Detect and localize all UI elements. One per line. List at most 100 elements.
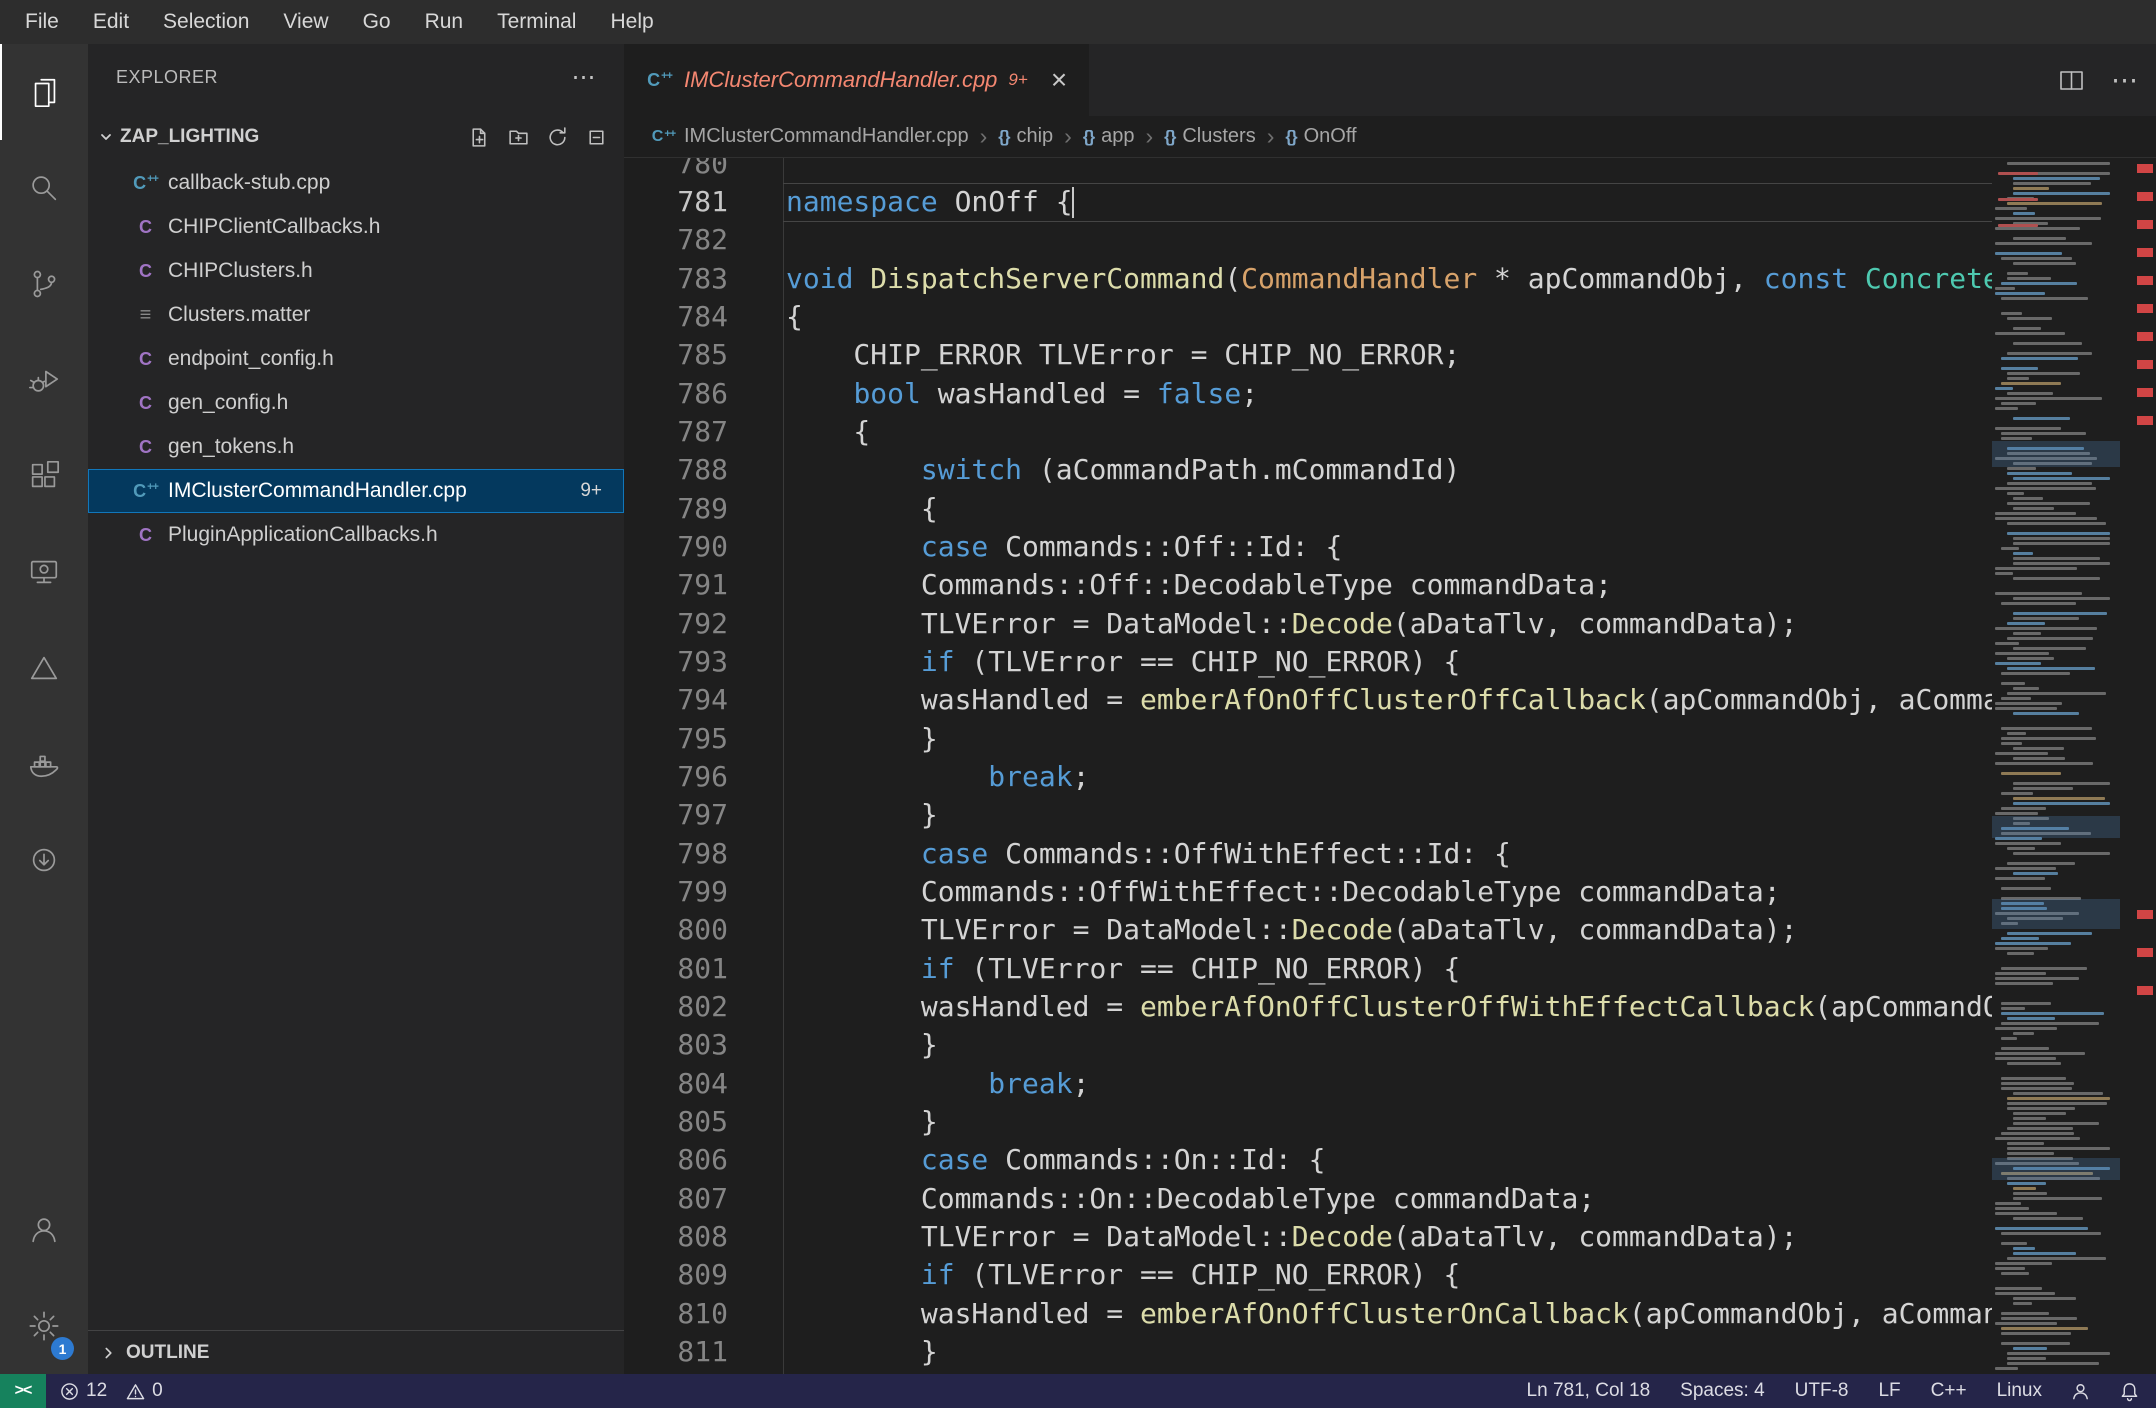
code-line-785[interactable]: CHIP_ERROR TLVError = CHIP_NO_ERROR; [786, 336, 1992, 374]
code-line-788[interactable]: switch (aCommandPath.mCommandId) [786, 451, 1992, 489]
code-line-783[interactable]: void DispatchServerCommand(CommandHandle… [786, 260, 1992, 298]
explorer-file[interactable]: C ++ callback-stub.cpp [88, 161, 624, 205]
code-line-795[interactable]: } [786, 720, 1992, 758]
code-line-803[interactable]: } [786, 1026, 1992, 1064]
code-line-787[interactable]: { [786, 413, 1992, 451]
breadcrumb-item[interactable]: {} Clusters [1164, 125, 1256, 148]
code-line-780[interactable] [786, 158, 1992, 183]
bell-icon[interactable] [2119, 1381, 2140, 1402]
code-line-784[interactable]: { [786, 298, 1992, 336]
code-line-804[interactable]: break; [786, 1065, 1992, 1103]
explorer-file[interactable]: ≡ Clusters.matter [88, 293, 624, 337]
menu-selection[interactable]: Selection [146, 0, 266, 44]
minimap-line [2013, 787, 2074, 790]
menu-view[interactable]: View [266, 0, 345, 44]
minimap-line [2007, 1352, 2110, 1355]
code-line-798[interactable]: case Commands::OffWithEffect::Id: { [786, 835, 1992, 873]
status-item[interactable]: LF [1878, 1380, 1900, 1402]
remote-indicator[interactable]: >< [0, 1374, 46, 1408]
feedback-person-icon[interactable] [2070, 1381, 2091, 1402]
line-number: 809 [677, 1258, 728, 1292]
code-line-806[interactable]: case Commands::On::Id: { [786, 1141, 1992, 1179]
minimap-line [1995, 762, 2093, 765]
close-icon[interactable]: × [1051, 66, 1067, 94]
activity-ports[interactable] [0, 812, 88, 908]
code-line-782[interactable] [786, 221, 1992, 259]
code-line-796[interactable]: break; [786, 758, 1992, 796]
code-line-802[interactable]: wasHandled = emberAfOnOffClusterOffWithE… [786, 988, 1992, 1026]
new-file-icon[interactable] [468, 126, 491, 149]
code-line-790[interactable]: case Commands::Off::Id: { [786, 528, 1992, 566]
code-line-791[interactable]: Commands::Off::DecodableType commandData… [786, 566, 1992, 604]
status-item[interactable]: C++ [1931, 1380, 1967, 1402]
code-line-789[interactable]: { [786, 490, 1992, 528]
activity-docker[interactable] [0, 716, 88, 812]
problems-status[interactable]: 12 0 [60, 1380, 163, 1402]
explorer-file[interactable]: C ++ IMClusterCommandHandler.cpp 9+ [88, 469, 624, 513]
explorer-more-actions-icon[interactable]: ⋯ [572, 63, 597, 92]
code-line-811[interactable]: } [786, 1333, 1992, 1371]
status-item[interactable]: UTF-8 [1795, 1380, 1849, 1402]
code-line-808[interactable]: TLVError = DataModel::Decode(aDataTlv, c… [786, 1218, 1992, 1256]
menu-help[interactable]: Help [593, 0, 670, 44]
breadcrumb-item[interactable]: {} app [1083, 125, 1135, 148]
menu-terminal[interactable]: Terminal [480, 0, 593, 44]
activity-explorer[interactable] [0, 44, 88, 140]
outline-section[interactable]: OUTLINE [88, 1330, 624, 1374]
activity-settings[interactable]: 1 [0, 1278, 88, 1374]
split-editor-icon[interactable] [2058, 67, 2085, 94]
explorer-file[interactable]: Cgen_config.h [88, 381, 624, 425]
activity-remote-explorer[interactable] [0, 524, 88, 620]
tab-imclustercommandhandler[interactable]: C ++ IMClusterCommandHandler.cpp 9+ × [624, 44, 1090, 116]
refresh-icon[interactable] [546, 126, 569, 149]
activity-search[interactable] [0, 140, 88, 236]
code-line-793[interactable]: if (TLVError == CHIP_NO_ERROR) { [786, 643, 1992, 681]
code-line-801[interactable]: if (TLVError == CHIP_NO_ERROR) { [786, 950, 1992, 988]
activity-extensions[interactable] [0, 428, 88, 524]
code-line-799[interactable]: Commands::OffWithEffect::DecodableType c… [786, 873, 1992, 911]
status-item[interactable]: Linux [1997, 1380, 2042, 1402]
minimap-line [2013, 1112, 2066, 1115]
collapse-all-icon[interactable] [585, 126, 608, 149]
more-actions-icon[interactable]: ⋯ [2111, 66, 2138, 94]
menu-edit[interactable]: Edit [76, 0, 146, 44]
explorer-file[interactable]: Cgen_tokens.h [88, 425, 624, 469]
minimap[interactable] [1992, 158, 2120, 1374]
code-line-797[interactable]: } [786, 796, 1992, 834]
activity-accounts[interactable] [0, 1182, 88, 1278]
activity-run-and-debug[interactable] [0, 332, 88, 428]
breadcrumb-item[interactable]: C ++ IMClusterCommandHandler.cpp [650, 125, 969, 148]
file-problems-badge: 9+ [580, 480, 602, 501]
line-number: 801 [677, 951, 728, 985]
activity-testing[interactable] [0, 620, 88, 716]
activity-source-control[interactable] [0, 236, 88, 332]
explorer-file[interactable]: Cendpoint_config.h [88, 337, 624, 381]
breadcrumb-item[interactable]: {} chip [998, 125, 1053, 148]
explorer-file[interactable]: C CHIPClientCallbacks.h [88, 205, 624, 249]
explorer-file[interactable]: C CHIPClusters.h [88, 249, 624, 293]
minimap-line [1995, 1057, 2057, 1060]
code-line-809[interactable]: if (TLVError == CHIP_NO_ERROR) { [786, 1256, 1992, 1294]
explorer-file[interactable]: C PluginApplicationCallbacks.h [88, 513, 624, 557]
minimap-line [2001, 742, 2023, 745]
code-line-786[interactable]: bool wasHandled = false; [786, 375, 1992, 413]
new-folder-icon[interactable] [507, 126, 530, 149]
code-line-810[interactable]: wasHandled = emberAfOnOffClusterOnCallba… [786, 1295, 1992, 1333]
explorer-section-header[interactable]: ZAP_LIGHTING [88, 114, 624, 160]
status-item[interactable]: Ln 781, Col 18 [1527, 1380, 1651, 1402]
code-line-792[interactable]: TLVError = DataModel::Decode(aDataTlv, c… [786, 605, 1992, 643]
code-line-781[interactable]: namespace OnOff { [786, 183, 1992, 221]
menu-file[interactable]: File [8, 0, 76, 44]
file-name: Clusters.matter [168, 303, 311, 326]
code-editor[interactable]: 780 781 782 783 784 785 786 787 788 789 790 791 792 7… [624, 158, 2156, 1374]
code-line-805[interactable]: } [786, 1103, 1992, 1141]
code-line-800[interactable]: TLVError = DataModel::Decode(aDataTlv, c… [786, 911, 1992, 949]
status-item[interactable]: Spaces: 4 [1680, 1380, 1765, 1402]
breadcrumb-item[interactable]: {} OnOff [1285, 125, 1356, 148]
code-line-794[interactable]: wasHandled = emberAfOnOffClusterOffCallb… [786, 681, 1992, 719]
minimap-line [2001, 367, 2038, 370]
menu-run[interactable]: Run [408, 0, 481, 44]
menu-go[interactable]: Go [346, 0, 408, 44]
code-line-807[interactable]: Commands::On::DecodableType commandData; [786, 1180, 1992, 1218]
minimap-line [1995, 867, 2057, 870]
